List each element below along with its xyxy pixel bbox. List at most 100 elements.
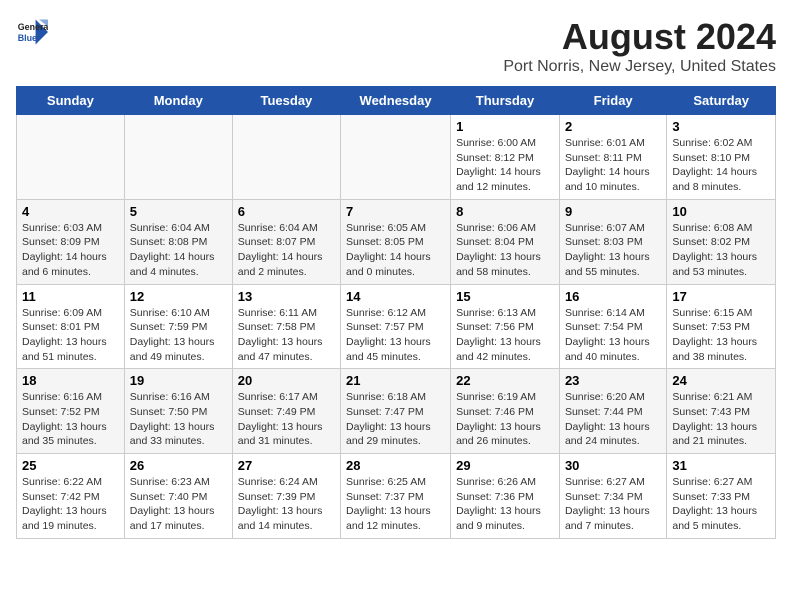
day-number: 2 — [565, 119, 661, 134]
calendar-week-5: 25 Sunrise: 6:22 AM Sunset: 7:42 PM Dayli… — [17, 454, 776, 539]
day-info: Sunrise: 6:06 AM Sunset: 8:04 PM Dayligh… — [456, 221, 554, 280]
calendar-week-1: 1Sunrise: 6:00 AM Sunset: 8:12 PM Daylig… — [17, 115, 776, 200]
calendar-cell: 31 Sunrise: 6:27 AM Sunset: 7:33 PM Dayli… — [667, 454, 776, 539]
day-number: 7 — [346, 204, 445, 219]
day-info: Sunrise: 6:03 AM Sunset: 8:09 PM Dayligh… — [22, 221, 119, 280]
calendar-cell: 29 Sunrise: 6:26 AM Sunset: 7:36 PM Dayli… — [451, 454, 560, 539]
day-info: Sunrise: 6:24 AM Sunset: 7:39 PM Dayligh… — [238, 475, 335, 534]
calendar-cell: 21 Sunrise: 6:18 AM Sunset: 7:47 PM Dayli… — [341, 369, 451, 454]
day-number: 25 — [22, 458, 119, 473]
calendar-week-2: 4 Sunrise: 6:03 AM Sunset: 8:09 PM Daylig… — [17, 199, 776, 284]
calendar-cell: 6 Sunrise: 6:04 AM Sunset: 8:07 PM Daylig… — [232, 199, 340, 284]
calendar-cell: 28Sunrise: 6:25 AM Sunset: 7:37 PM Dayli… — [341, 454, 451, 539]
day-info: Sunrise: 6:21 AM Sunset: 7:43 PM Dayligh… — [672, 390, 770, 449]
day-number: 24 — [672, 373, 770, 388]
day-info: Sunrise: 6:09 AM Sunset: 8:01 PM Dayligh… — [22, 306, 119, 365]
day-info: Sunrise: 6:00 AM Sunset: 8:12 PM Dayligh… — [456, 136, 554, 195]
day-number: 14 — [346, 289, 445, 304]
weekday-header-monday: Monday — [124, 87, 232, 115]
calendar-cell: 14Sunrise: 6:12 AM Sunset: 7:57 PM Dayli… — [341, 284, 451, 369]
day-number: 15 — [456, 289, 554, 304]
day-info: Sunrise: 6:16 AM Sunset: 7:50 PM Dayligh… — [130, 390, 227, 449]
weekday-header-thursday: Thursday — [451, 87, 560, 115]
day-info: Sunrise: 6:14 AM Sunset: 7:54 PM Dayligh… — [565, 306, 661, 365]
day-info: Sunrise: 6:20 AM Sunset: 7:44 PM Dayligh… — [565, 390, 661, 449]
day-info: Sunrise: 6:04 AM Sunset: 8:08 PM Dayligh… — [130, 221, 227, 280]
day-number: 21 — [346, 373, 445, 388]
day-info: Sunrise: 6:02 AM Sunset: 8:10 PM Dayligh… — [672, 136, 770, 195]
calendar-cell: 22 Sunrise: 6:19 AM Sunset: 7:46 PM Dayli… — [451, 369, 560, 454]
day-info: Sunrise: 6:04 AM Sunset: 8:07 PM Dayligh… — [238, 221, 335, 280]
day-info: Sunrise: 6:01 AM Sunset: 8:11 PM Dayligh… — [565, 136, 661, 195]
calendar-header: SundayMondayTuesdayWednesdayThursdayFrid… — [17, 87, 776, 115]
calendar-week-4: 18Sunrise: 6:16 AM Sunset: 7:52 PM Dayli… — [17, 369, 776, 454]
calendar-cell: 12Sunrise: 6:10 AM Sunset: 7:59 PM Dayli… — [124, 284, 232, 369]
calendar-cell: 19 Sunrise: 6:16 AM Sunset: 7:50 PM Dayli… — [124, 369, 232, 454]
weekday-header-row: SundayMondayTuesdayWednesdayThursdayFrid… — [17, 87, 776, 115]
calendar-cell: 18Sunrise: 6:16 AM Sunset: 7:52 PM Dayli… — [17, 369, 125, 454]
day-number: 9 — [565, 204, 661, 219]
calendar-body: 1Sunrise: 6:00 AM Sunset: 8:12 PM Daylig… — [17, 115, 776, 539]
day-number: 23 — [565, 373, 661, 388]
day-number: 20 — [238, 373, 335, 388]
weekday-header-saturday: Saturday — [667, 87, 776, 115]
calendar-cell: 24 Sunrise: 6:21 AM Sunset: 7:43 PM Dayli… — [667, 369, 776, 454]
day-number: 5 — [130, 204, 227, 219]
day-info: Sunrise: 6:25 AM Sunset: 7:37 PM Dayligh… — [346, 475, 445, 534]
day-number: 31 — [672, 458, 770, 473]
day-number: 8 — [456, 204, 554, 219]
day-info: Sunrise: 6:26 AM Sunset: 7:36 PM Dayligh… — [456, 475, 554, 534]
calendar-cell: 23 Sunrise: 6:20 AM Sunset: 7:44 PM Dayli… — [559, 369, 666, 454]
day-info: Sunrise: 6:27 AM Sunset: 7:33 PM Dayligh… — [672, 475, 770, 534]
calendar-cell: 30Sunrise: 6:27 AM Sunset: 7:34 PM Dayli… — [559, 454, 666, 539]
day-number: 11 — [22, 289, 119, 304]
day-number: 17 — [672, 289, 770, 304]
page-subtitle: Port Norris, New Jersey, United States — [503, 58, 776, 76]
day-info: Sunrise: 6:07 AM Sunset: 8:03 PM Dayligh… — [565, 221, 661, 280]
day-number: 13 — [238, 289, 335, 304]
svg-text:General: General — [18, 22, 48, 32]
day-number: 29 — [456, 458, 554, 473]
calendar-cell: 7Sunrise: 6:05 AM Sunset: 8:05 PM Daylig… — [341, 199, 451, 284]
calendar-cell: 25 Sunrise: 6:22 AM Sunset: 7:42 PM Dayli… — [17, 454, 125, 539]
calendar-table: SundayMondayTuesdayWednesdayThursdayFrid… — [16, 86, 776, 539]
day-info: Sunrise: 6:27 AM Sunset: 7:34 PM Dayligh… — [565, 475, 661, 534]
calendar-cell: 3Sunrise: 6:02 AM Sunset: 8:10 PM Daylig… — [667, 115, 776, 200]
calendar-cell: 15 Sunrise: 6:13 AM Sunset: 7:56 PM Dayli… — [451, 284, 560, 369]
calendar-cell: 4 Sunrise: 6:03 AM Sunset: 8:09 PM Daylig… — [17, 199, 125, 284]
weekday-header-tuesday: Tuesday — [232, 87, 340, 115]
page-header: General Blue August 2024 Port Norris, Ne… — [16, 16, 776, 76]
calendar-cell: 10 Sunrise: 6:08 AM Sunset: 8:02 PM Dayli… — [667, 199, 776, 284]
calendar-cell: 17Sunrise: 6:15 AM Sunset: 7:53 PM Dayli… — [667, 284, 776, 369]
weekday-header-sunday: Sunday — [17, 87, 125, 115]
day-number: 26 — [130, 458, 227, 473]
svg-text:Blue: Blue — [18, 33, 37, 43]
calendar-cell: 1Sunrise: 6:00 AM Sunset: 8:12 PM Daylig… — [451, 115, 560, 200]
calendar-cell: 5 Sunrise: 6:04 AM Sunset: 8:08 PM Daylig… — [124, 199, 232, 284]
calendar-week-3: 11 Sunrise: 6:09 AM Sunset: 8:01 PM Dayli… — [17, 284, 776, 369]
day-info: Sunrise: 6:10 AM Sunset: 7:59 PM Dayligh… — [130, 306, 227, 365]
day-info: Sunrise: 6:22 AM Sunset: 7:42 PM Dayligh… — [22, 475, 119, 534]
calendar-cell: 27Sunrise: 6:24 AM Sunset: 7:39 PM Dayli… — [232, 454, 340, 539]
day-info: Sunrise: 6:18 AM Sunset: 7:47 PM Dayligh… — [346, 390, 445, 449]
calendar-cell: 26Sunrise: 6:23 AM Sunset: 7:40 PM Dayli… — [124, 454, 232, 539]
calendar-cell: 20Sunrise: 6:17 AM Sunset: 7:49 PM Dayli… — [232, 369, 340, 454]
calendar-cell — [341, 115, 451, 200]
calendar-cell: 9 Sunrise: 6:07 AM Sunset: 8:03 PM Daylig… — [559, 199, 666, 284]
calendar-cell: 8 Sunrise: 6:06 AM Sunset: 8:04 PM Daylig… — [451, 199, 560, 284]
day-number: 22 — [456, 373, 554, 388]
day-number: 4 — [22, 204, 119, 219]
day-info: Sunrise: 6:13 AM Sunset: 7:56 PM Dayligh… — [456, 306, 554, 365]
day-info: Sunrise: 6:08 AM Sunset: 8:02 PM Dayligh… — [672, 221, 770, 280]
day-number: 6 — [238, 204, 335, 219]
calendar-cell — [124, 115, 232, 200]
weekday-header-friday: Friday — [559, 87, 666, 115]
page-title: August 2024 — [503, 16, 776, 58]
day-info: Sunrise: 6:19 AM Sunset: 7:46 PM Dayligh… — [456, 390, 554, 449]
day-number: 19 — [130, 373, 227, 388]
calendar-cell: 2 Sunrise: 6:01 AM Sunset: 8:11 PM Daylig… — [559, 115, 666, 200]
weekday-header-wednesday: Wednesday — [341, 87, 451, 115]
day-number: 10 — [672, 204, 770, 219]
calendar-cell — [232, 115, 340, 200]
title-area: August 2024 Port Norris, New Jersey, Uni… — [503, 16, 776, 76]
